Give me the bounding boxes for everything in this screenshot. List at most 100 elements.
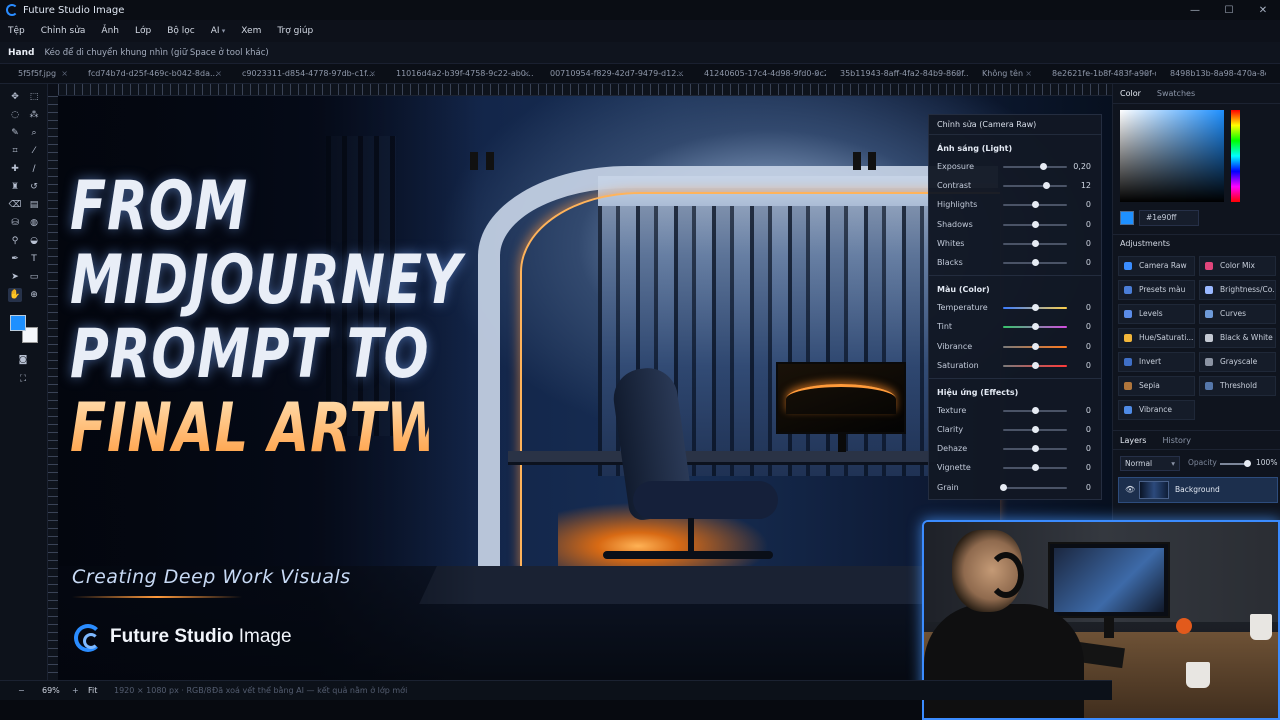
close-tab-icon[interactable]: × bbox=[1143, 64, 1150, 84]
color-picker-field[interactable] bbox=[1120, 110, 1224, 202]
doc-tab[interactable]: 35b11943-8aff-4fa2-84b9-860f... × bbox=[826, 64, 968, 84]
tab-swatches[interactable]: Swatches bbox=[1157, 89, 1195, 98]
gradient-tool-icon[interactable]: ▤ bbox=[27, 198, 41, 212]
quick-mask-icon[interactable]: ◙ bbox=[16, 353, 30, 367]
fit-button[interactable]: Fit bbox=[88, 686, 114, 695]
adjustment-button[interactable]: Camera Raw bbox=[1118, 256, 1195, 276]
screen-mode-icon[interactable]: ⛶ bbox=[16, 372, 30, 386]
doc-tab[interactable]: 11016d4a2-b39f-4758-9c22-ab0... × bbox=[382, 64, 536, 84]
zoom-select-icon[interactable]: ⌕ bbox=[27, 126, 41, 140]
close-tab-icon[interactable]: × bbox=[813, 64, 820, 84]
slider-track[interactable] bbox=[1003, 185, 1067, 188]
dodge-tool-icon[interactable]: ⚲ bbox=[8, 234, 22, 248]
slider-handle[interactable] bbox=[1031, 406, 1039, 414]
doc-tab[interactable]: Không tên × bbox=[968, 64, 1038, 84]
opacity-slider-handle[interactable] bbox=[1244, 460, 1251, 467]
adjustment-button[interactable]: Black & White bbox=[1199, 328, 1276, 348]
doc-tab[interactable]: 5f5f5f.jpg × bbox=[0, 64, 74, 84]
type-tool-icon[interactable]: T bbox=[27, 252, 41, 266]
current-color-swatch[interactable] bbox=[1120, 211, 1134, 225]
menu-ai[interactable]: AI bbox=[211, 26, 226, 36]
slider-handle[interactable] bbox=[1031, 220, 1039, 228]
menu-help[interactable]: Trợ giúp bbox=[277, 26, 313, 36]
brush-tool-icon[interactable]: ∕ bbox=[27, 162, 41, 176]
adjustment-button[interactable]: Brightness/Co... bbox=[1199, 280, 1276, 300]
visibility-eye-icon[interactable]: 👁 bbox=[1125, 478, 1135, 502]
tab-history[interactable]: History bbox=[1162, 436, 1190, 445]
close-tab-icon[interactable]: × bbox=[61, 64, 68, 84]
slider-handle[interactable] bbox=[1031, 323, 1039, 331]
adjustment-button[interactable]: Curves bbox=[1199, 304, 1276, 324]
menu-file[interactable]: Tệp bbox=[8, 26, 25, 36]
slider-handle[interactable] bbox=[1031, 201, 1039, 209]
eraser-tool-icon[interactable]: ⌫ bbox=[8, 198, 22, 212]
close-tab-icon[interactable]: × bbox=[955, 64, 962, 84]
sponge-tool-icon[interactable]: ◒ bbox=[27, 234, 41, 248]
magic-wand-tool-icon[interactable]: ⁂ bbox=[27, 108, 41, 122]
adjustment-button[interactable]: Threshold bbox=[1199, 376, 1276, 396]
blend-mode-select[interactable]: Normal bbox=[1120, 456, 1180, 471]
slider-handle[interactable] bbox=[1031, 445, 1039, 453]
adjustment-button[interactable]: Hue/Saturati... bbox=[1118, 328, 1195, 348]
menu-filter[interactable]: Bộ lọc bbox=[167, 26, 195, 36]
slider-handle[interactable] bbox=[1031, 342, 1039, 350]
doc-tab[interactable]: 8498b13b-8a98-470a-8c7d-428... bbox=[1156, 64, 1266, 84]
zoom-in-button[interactable]: + bbox=[72, 686, 88, 695]
lasso-tool-icon[interactable]: ◌ bbox=[8, 108, 22, 122]
close-tab-icon[interactable]: × bbox=[369, 64, 376, 84]
path-select-tool-icon[interactable]: ➤ bbox=[8, 270, 22, 284]
zoom-out-button[interactable]: − bbox=[18, 686, 28, 695]
slider-handle[interactable] bbox=[1031, 426, 1039, 434]
slider-handle[interactable] bbox=[1043, 182, 1051, 190]
doc-tab[interactable]: 00710954-f829-42d7-9479-d12... × bbox=[536, 64, 690, 84]
eyedropper-tool-icon[interactable]: ⁄ bbox=[27, 144, 41, 158]
pen-tool-icon[interactable]: ✒ bbox=[8, 252, 22, 266]
doc-tab[interactable]: fcd74b7d-d25f-469c-b042-8da... × bbox=[74, 64, 228, 84]
menu-layer[interactable]: Lớp bbox=[135, 26, 151, 36]
close-tab-icon[interactable]: × bbox=[215, 64, 222, 84]
slider-handle[interactable] bbox=[1031, 258, 1039, 266]
adjustment-button[interactable]: Invert bbox=[1118, 352, 1195, 372]
quick-select-tool-icon[interactable]: ✎ bbox=[8, 126, 22, 140]
marquee-tool-icon[interactable]: ⬚ bbox=[27, 90, 41, 104]
clone-stamp-tool-icon[interactable]: ♜ bbox=[8, 180, 22, 194]
menu-view[interactable]: Xem bbox=[241, 26, 261, 36]
close-tab-icon[interactable]: × bbox=[523, 64, 530, 84]
doc-tab[interactable]: 41240605-17c4-4d98-9fd0-0c2... × bbox=[690, 64, 826, 84]
menu-image[interactable]: Ảnh bbox=[101, 26, 119, 36]
slider-handle[interactable] bbox=[1031, 239, 1039, 247]
adjustment-button[interactable]: Presets màu bbox=[1118, 280, 1195, 300]
history-brush-tool-icon[interactable]: ↺ bbox=[27, 180, 41, 194]
minimize-button[interactable]: — bbox=[1178, 5, 1212, 16]
zoom-tool-icon[interactable]: ⊕ bbox=[27, 288, 41, 302]
foreground-color-swatch[interactable] bbox=[10, 315, 26, 331]
slider-handle[interactable] bbox=[1040, 163, 1048, 170]
paint-bucket-tool-icon[interactable]: ⛁ bbox=[8, 216, 22, 230]
hand-tool-icon[interactable]: ✋ bbox=[8, 288, 22, 302]
doc-tab[interactable]: c9023311-d854-4778-97db-c1f... × bbox=[228, 64, 382, 84]
crop-tool-icon[interactable]: ⌗ bbox=[8, 144, 22, 158]
adjustment-button[interactable]: Levels bbox=[1118, 304, 1195, 324]
shape-tool-icon[interactable]: ▭ bbox=[27, 270, 41, 284]
adjustment-button[interactable]: Color Mix bbox=[1199, 256, 1276, 276]
slider-handle[interactable] bbox=[1031, 361, 1039, 369]
slider-handle[interactable] bbox=[999, 483, 1007, 491]
maximize-button[interactable]: ☐ bbox=[1212, 5, 1246, 16]
tab-color[interactable]: Color bbox=[1120, 89, 1141, 98]
blur-tool-icon[interactable]: ◍ bbox=[27, 216, 41, 230]
move-tool-icon[interactable]: ✥ bbox=[8, 90, 22, 104]
slider-track[interactable] bbox=[1003, 166, 1067, 168]
hex-input[interactable]: #1e90ff bbox=[1139, 210, 1199, 226]
hue-slider[interactable] bbox=[1231, 110, 1240, 202]
tab-layers[interactable]: Layers bbox=[1120, 436, 1146, 445]
adjustment-button[interactable]: Grayscale bbox=[1199, 352, 1276, 372]
close-button[interactable]: ✕ bbox=[1246, 5, 1280, 16]
menu-edit[interactable]: Chỉnh sửa bbox=[41, 26, 86, 36]
healing-tool-icon[interactable]: ✚ bbox=[8, 162, 22, 176]
doc-tab[interactable]: 8e2621fe-1b8f-483f-a90f-da67...× bbox=[1038, 64, 1156, 84]
slider-handle[interactable] bbox=[1031, 464, 1039, 472]
adjustment-button[interactable]: Vibrance bbox=[1118, 400, 1195, 420]
slider-handle[interactable] bbox=[1031, 304, 1039, 312]
adjustment-button[interactable]: Sepia bbox=[1118, 376, 1195, 396]
close-tab-icon[interactable]: × bbox=[1025, 64, 1032, 84]
